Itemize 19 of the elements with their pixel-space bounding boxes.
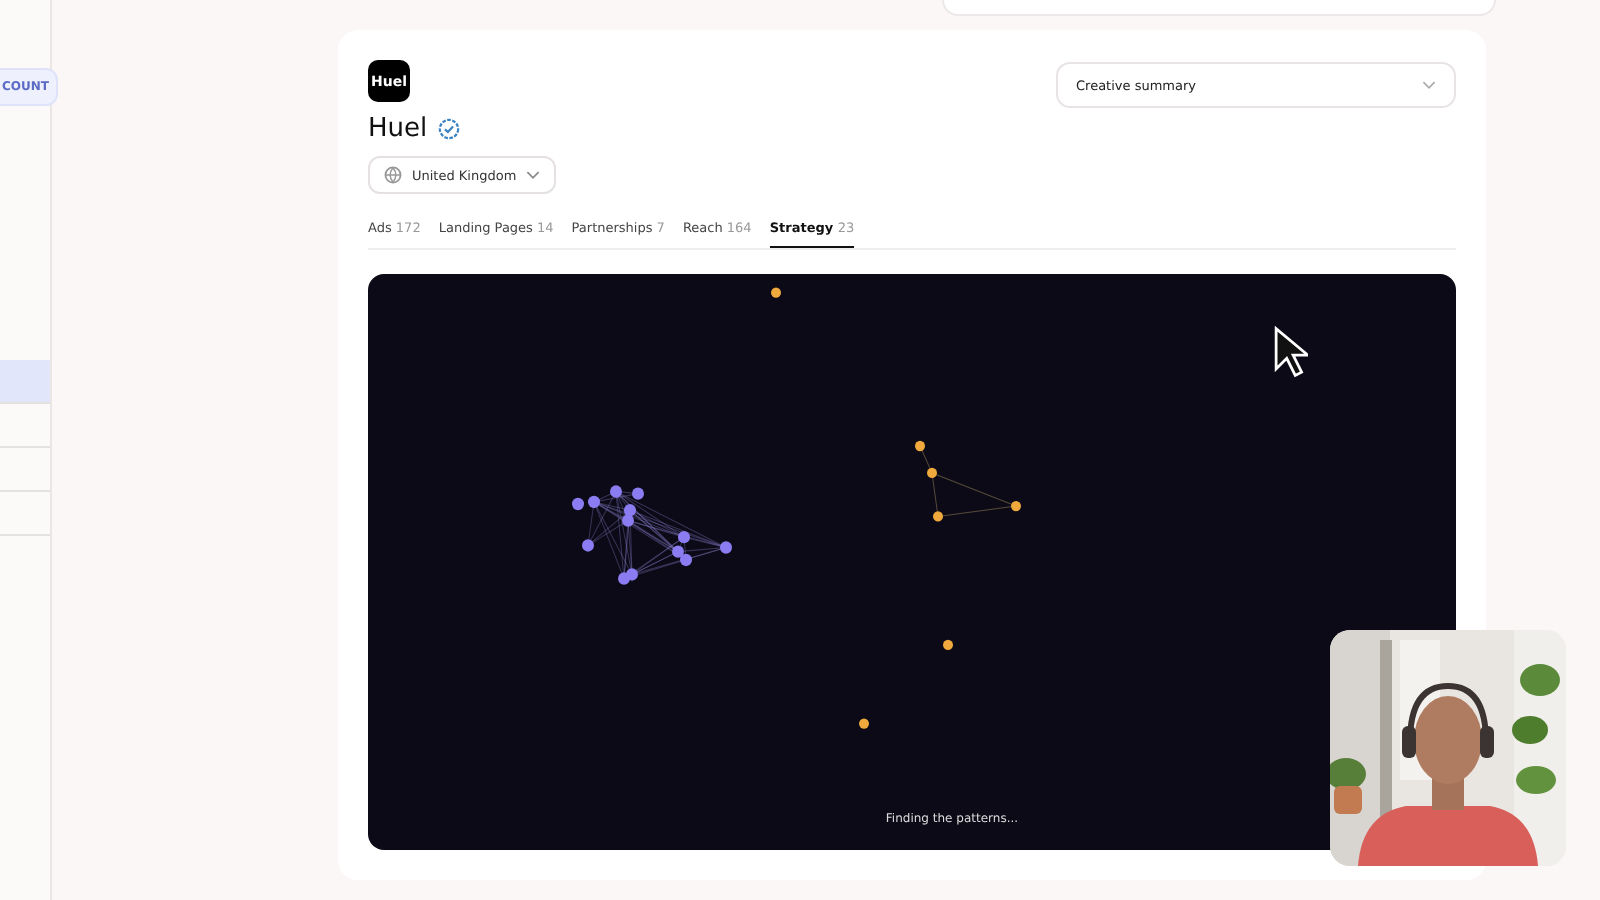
graph-node xyxy=(771,287,781,298)
graph-node xyxy=(943,639,953,651)
graph-node xyxy=(933,511,943,522)
chevron-down-icon xyxy=(526,170,541,180)
sidebar-item[interactable] xyxy=(0,360,50,404)
graph-node xyxy=(859,718,869,729)
globe-icon xyxy=(384,166,402,184)
graph-node xyxy=(720,541,732,554)
graph-node xyxy=(1011,500,1021,512)
graph-node xyxy=(572,497,584,511)
graph-node xyxy=(610,485,622,498)
graph-node xyxy=(915,440,925,452)
chevron-down-icon xyxy=(1422,80,1436,90)
graph-node xyxy=(632,487,644,500)
brand-name: Huel xyxy=(368,114,428,144)
graph-node xyxy=(588,495,600,509)
cursor-icon xyxy=(1274,326,1308,378)
graph-node xyxy=(927,467,937,479)
graph-node xyxy=(582,539,594,552)
